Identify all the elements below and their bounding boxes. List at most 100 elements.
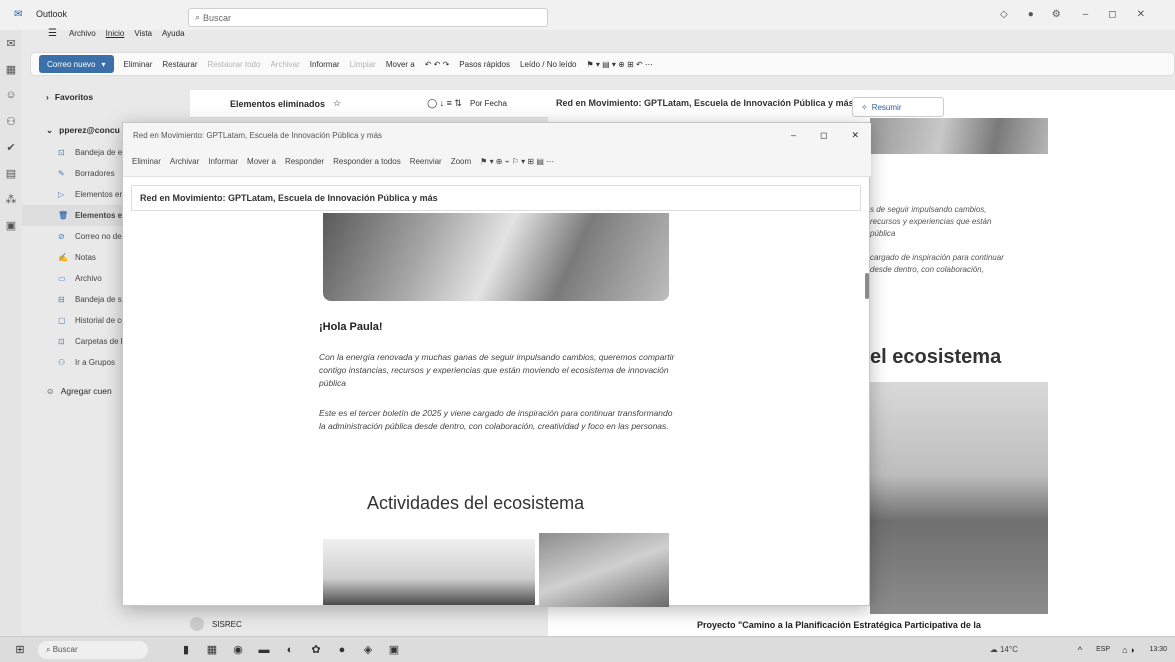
groups-icon[interactable]: ⚇ (0, 108, 22, 134)
zoom-button[interactable]: Zoom (451, 157, 471, 166)
move-to-button[interactable]: Mover a (386, 60, 415, 69)
folder-label: Notas (75, 253, 96, 262)
minimize-icon[interactable]: – (791, 130, 796, 140)
read-unread-button[interactable]: Leído / No leído (520, 60, 576, 69)
weather-icon: ☁ (989, 645, 1000, 654)
event-photo (323, 539, 535, 605)
photo-caption: Proyecto "Camino a la Planificación Estr… (697, 620, 981, 630)
popup-subject: Red en Movimiento: GPTLatam, Escuela de … (131, 185, 861, 211)
add-account-label: Agregar cuen (60, 386, 112, 396)
clock[interactable]: 13:30 (1149, 646, 1167, 653)
mail-icon[interactable]: ✉ (0, 30, 22, 56)
edge-icon[interactable]: ◐ (282, 643, 298, 657)
premium-icon[interactable]: ◇ (1000, 9, 1008, 20)
ribbon: Correo nuevo ▾ Eliminar Restaurar Restaur… (30, 52, 1175, 76)
taskbar: ⊞ ⌕ Buscar ▮ ▦ ◉ ▬ ◐ ✿ ● ◈ ▣ ☁ 14°C ^ ES… (0, 636, 1175, 662)
taskbar-search[interactable]: ⌕ Buscar (38, 640, 148, 659)
greeting: ¡Hola Paula! (319, 321, 383, 333)
search-icon: ⌕ (195, 12, 201, 22)
chevron-up-icon[interactable]: ^ (1078, 645, 1082, 655)
teams-icon[interactable]: ✿ (308, 643, 324, 657)
reading-pane-heading: el ecosistema (870, 346, 1002, 368)
outlook-logo-icon: ✉ (14, 9, 23, 20)
report-button[interactable]: Informar (208, 157, 238, 166)
text-line: cargado de inspiración para continuar (870, 253, 1004, 262)
search-folder-icon: ⊡ (58, 337, 65, 346)
folder-label: Historial de co (75, 316, 126, 325)
message-list-header: Elementos eliminados ☆ ◯ ↓ ≡ ⇅ Por Fecha (190, 90, 550, 118)
more-actions-icon[interactable]: ⚑ ▾ ⊕ ⌁ ⚐ ▾ ⊞ ▤ ⋯ (480, 157, 554, 166)
reply-all-button[interactable]: Responder a todos (333, 157, 401, 166)
weather-widget[interactable]: ☁ 14°C (990, 645, 1018, 654)
task-view-icon[interactable]: ▮ (178, 643, 194, 657)
report-button[interactable]: Informar (310, 60, 340, 69)
sweep-button[interactable]: Limpiar (350, 60, 376, 69)
close-icon[interactable]: ✕ (1137, 9, 1145, 20)
summarize-button[interactable]: ✧ Resumir (852, 97, 944, 117)
message-popup-window: Red en Movimiento: GPTLatam, Escuela de … (122, 122, 871, 607)
scrollbar[interactable] (865, 273, 869, 299)
new-mail-label: Correo nuevo (47, 59, 96, 69)
inbox-icon: ⊡ (58, 148, 65, 157)
folder-label: Carpetas de b (75, 337, 126, 346)
word-icon[interactable]: ▤ (0, 160, 22, 186)
windows-start-icon[interactable]: ⊞ (12, 643, 28, 657)
todo-icon[interactable]: ✔ (0, 134, 22, 160)
event-photo (539, 533, 669, 607)
archive-button[interactable]: Archivar (270, 60, 299, 69)
app-icon[interactable]: ▣ (386, 643, 402, 657)
reply-icon[interactable]: ↶ ↶ ↷ (425, 60, 450, 69)
avatar[interactable]: ● (1028, 9, 1034, 20)
minimize-icon[interactable]: – (1083, 9, 1089, 20)
archive-button[interactable]: Archivar (170, 157, 199, 166)
folder-label: Bandeja de en (75, 148, 127, 157)
maximize-icon[interactable]: ◻ (820, 130, 827, 141)
favorites-label: Favoritos (54, 92, 94, 102)
calendar-icon[interactable]: ▦ (0, 56, 22, 82)
quick-steps-button[interactable]: Pasos rápidos (459, 60, 510, 69)
hamburger-icon[interactable]: ☰ (48, 28, 57, 39)
popup-toolbar: Eliminar Archivar Informar Mover a Respo… (123, 147, 871, 177)
taskbar-search-label: Buscar (52, 644, 78, 654)
excel-icon[interactable]: ⁂ (0, 186, 22, 212)
language-indicator[interactable]: ESP (1096, 646, 1110, 653)
restore-all-button[interactable]: Restaurar todo (208, 60, 261, 69)
note-icon: ✍ (58, 253, 68, 262)
archive-icon: ▭ (58, 274, 66, 283)
restore-icon[interactable]: ◻ (1108, 9, 1116, 20)
new-mail-button[interactable]: Correo nuevo ▾ (39, 55, 114, 73)
restore-button[interactable]: Restaurar (162, 60, 197, 69)
forward-button[interactable]: Reenviar (410, 157, 442, 166)
text-line: pública (870, 229, 896, 238)
delete-button[interactable]: Eliminar (132, 157, 161, 166)
apps-icon[interactable]: ▣ (0, 212, 22, 238)
explorer-icon[interactable]: ▬ (256, 643, 272, 657)
menu-ayuda[interactable]: Ayuda (162, 29, 185, 38)
folder-label: Borradores (75, 169, 115, 178)
star-icon[interactable]: ☆ (333, 98, 341, 109)
settings-icon[interactable]: ⚙ (1052, 9, 1061, 20)
reply-button[interactable]: Responder (285, 157, 324, 166)
menu-archivo[interactable]: Archivo (69, 29, 96, 38)
widgets-icon[interactable]: ▦ (204, 643, 220, 657)
menu-inicio[interactable]: Inicio (106, 29, 125, 38)
store-icon[interactable]: ◈ (360, 643, 376, 657)
send-icon: ▷ (58, 190, 65, 199)
delete-button[interactable]: Eliminar (124, 60, 153, 69)
history-icon: ▢ (58, 316, 66, 325)
close-icon[interactable]: ✕ (851, 130, 859, 141)
favorites-header[interactable]: › Favoritos (22, 86, 184, 108)
bulletin-paragraph: Este es el tercer boletín de 2025 y vien… (319, 408, 673, 431)
folder-label: Correo no des (75, 232, 126, 241)
outlook-icon[interactable]: ● (334, 643, 350, 657)
more-icon[interactable]: ⚑ ▾ ▤ ▾ ⊕ ⊞ ↶ ⋯ (586, 60, 652, 69)
group-photo (870, 382, 1048, 614)
filter-icons[interactable]: ◯ ↓ ≡ ⇅ (427, 98, 462, 109)
move-to-button[interactable]: Mover a (247, 157, 276, 166)
menu-vista[interactable]: Vista (134, 29, 152, 38)
sort-label[interactable]: Por Fecha (470, 99, 507, 108)
people-icon[interactable]: ☺ (0, 82, 22, 108)
list-item[interactable]: SISREC (190, 614, 242, 634)
network-icon[interactable]: ⌂ ◗ (1122, 645, 1135, 655)
chrome-icon[interactable]: ◉ (230, 643, 246, 657)
